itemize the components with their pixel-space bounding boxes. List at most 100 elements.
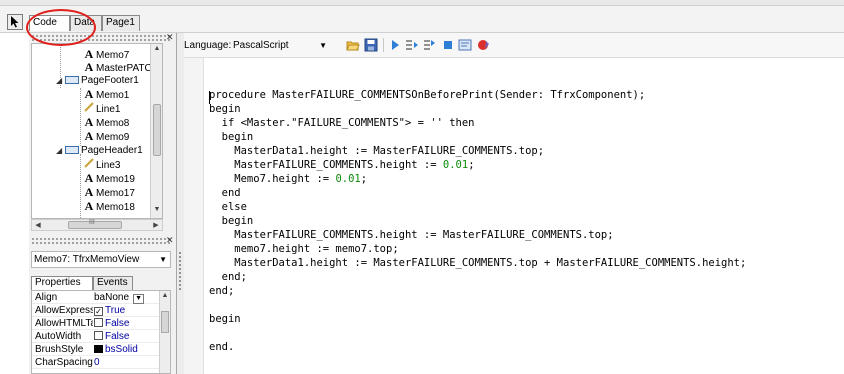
save-icon[interactable]	[364, 38, 378, 52]
code-line[interactable]: begin	[209, 103, 241, 116]
tree-panel-grip[interactable]	[31, 34, 171, 42]
code-text: MasterFAILURE_COMMENTS.height := MasterF…	[209, 229, 614, 241]
property-name: AllowHTMLTa	[35, 318, 93, 329]
tree-item[interactable]: ◢ PageFooter1	[56, 74, 139, 87]
tree-panel-close-icon[interactable]: ✕	[166, 33, 175, 42]
tree-horizontal-scrollbar[interactable]: ◀ III ▶	[31, 219, 163, 231]
evaluate-icon[interactable]	[458, 38, 472, 52]
scroll-down-icon[interactable]: ▼	[152, 206, 162, 213]
tree-item[interactable]: A Memo18	[82, 199, 135, 214]
text-object-icon: A	[84, 199, 94, 213]
tree-item[interactable]: Line3	[82, 158, 120, 171]
code-line[interactable]: end	[209, 187, 241, 200]
tree-item[interactable]: A Memo19	[82, 171, 135, 186]
property-name: AutoWidth	[35, 331, 82, 342]
toolbar-separator	[383, 38, 384, 52]
property-name: CharSpacing	[35, 357, 93, 368]
band-icon	[65, 76, 79, 85]
code-text: MasterData1.height := MasterFAILURE_COMM…	[209, 145, 545, 157]
code-line[interactable]: begin	[209, 313, 241, 326]
checkbox-checked-icon[interactable]: ✓	[94, 307, 103, 316]
code-line[interactable]: begin	[209, 215, 254, 228]
object-selector[interactable]: Memo7: TfrxMemoView ▼	[31, 251, 171, 268]
tree-item[interactable]: A Memo9	[82, 130, 130, 144]
scroll-thumb[interactable]	[153, 104, 161, 156]
code-line[interactable]: end;	[209, 285, 234, 298]
chevron-down-icon[interactable]: ▼	[159, 252, 167, 267]
text-object-icon: A	[84, 115, 94, 129]
editor-gutter	[184, 58, 204, 374]
code-line[interactable]: MasterFAILURE_COMMENTS.height := 0.01;	[209, 159, 474, 172]
tab-properties[interactable]: Properties	[31, 276, 93, 290]
step-into-icon[interactable]	[405, 38, 419, 52]
code-line[interactable]: end.	[209, 341, 234, 354]
code-line[interactable]: end;	[209, 271, 247, 284]
collapse-icon[interactable]: ◢	[56, 144, 65, 157]
breakpoint-icon[interactable]	[476, 38, 490, 52]
tree-item[interactable]: Line1	[82, 102, 120, 115]
code-line[interactable]: MasterFAILURE_COMMENTS.height := MasterF…	[209, 229, 614, 242]
open-folder-icon[interactable]	[346, 38, 360, 52]
property-value[interactable]: False	[94, 318, 129, 330]
run-icon[interactable]	[388, 38, 402, 52]
checkbox-unchecked-icon[interactable]	[94, 318, 103, 327]
property-value[interactable]: ✓ True	[94, 305, 125, 317]
property-row[interactable]: CharSpacing 0	[32, 357, 160, 369]
tab-data[interactable]: Data	[70, 15, 102, 31]
property-value[interactable]: baNone ▼	[94, 292, 145, 304]
scroll-left-icon[interactable]: ◀	[33, 221, 43, 229]
property-name: AllowExpress	[35, 305, 93, 316]
code-line[interactable]: Memo7.height := 0.01;	[209, 173, 367, 186]
chevron-down-icon[interactable]: ▼	[319, 37, 327, 54]
collapse-icon[interactable]: ◢	[56, 74, 65, 87]
code-editor[interactable]: procedure MasterFAILURE_COMMENTSOnBefore…	[184, 58, 844, 374]
code-line[interactable]: MasterData1.height := MasterFAILURE_COMM…	[209, 145, 544, 158]
inspector-panel-grip[interactable]	[31, 237, 171, 245]
tree-vertical-scrollbar[interactable]: ▲ ▼	[150, 44, 162, 218]
code-line[interactable]: procedure MasterFAILURE_COMMENTSOnBefore…	[209, 89, 645, 102]
code-line[interactable]: memo7.height := memo7.top;	[209, 243, 398, 256]
code-text: begin	[209, 215, 254, 227]
property-row[interactable]: AutoWidth False	[32, 331, 160, 343]
tree-item[interactable]: ◢ PageHeader1	[56, 144, 143, 157]
stop-icon[interactable]	[441, 38, 455, 52]
tree-item[interactable]: A MasterPATC	[82, 61, 152, 75]
property-value[interactable]: 0	[94, 357, 100, 369]
language-select[interactable]: PascalScript ▼	[231, 37, 333, 54]
tab-page1[interactable]: Page1	[102, 15, 140, 31]
property-row[interactable]: AllowHTMLTa False	[32, 318, 160, 330]
inspector-panel-close-icon[interactable]: ✕	[166, 236, 175, 245]
property-value[interactable]: bsSolid	[94, 344, 138, 356]
code-text: if <Master."FAILURE_COMMENTS"> = '' then	[209, 117, 475, 129]
tree-item[interactable]: A Memo8	[82, 115, 130, 130]
property-grid: Align baNone ▼ AllowExpress ✓ True AllowHT…	[31, 290, 171, 374]
tree-item[interactable]: A Memo17	[82, 186, 135, 200]
property-row[interactable]: AllowExpress ✓ True	[32, 305, 160, 317]
tab-events[interactable]: Events	[93, 276, 133, 290]
text-object-icon: A	[84, 171, 94, 185]
property-row[interactable]: BrushStyle bsSolid	[32, 344, 160, 356]
property-grid-scrollbar[interactable]: ▲	[159, 291, 170, 373]
dropdown-icon[interactable]: ▼	[133, 294, 145, 304]
tree-item-label: MasterPATC	[96, 63, 152, 74]
tree-item[interactable]: A Memo1	[82, 88, 130, 102]
checkbox-unchecked-icon[interactable]	[94, 331, 103, 340]
step-over-icon[interactable]	[423, 38, 437, 52]
property-row[interactable]: Align baNone ▼	[32, 292, 160, 304]
scroll-up-icon[interactable]: ▲	[160, 292, 170, 299]
code-line[interactable]: MasterData1.height := MasterFAILURE_COMM…	[209, 257, 746, 270]
line-icon	[82, 158, 96, 171]
code-text: end;	[209, 271, 247, 283]
scroll-thumb[interactable]	[161, 311, 169, 333]
scroll-thumb[interactable]: III	[68, 219, 122, 229]
property-value[interactable]: False	[94, 331, 129, 343]
code-line[interactable]: begin	[209, 131, 254, 144]
code-line[interactable]: else	[209, 201, 247, 214]
tab-code[interactable]: Code	[29, 15, 70, 31]
code-line[interactable]: if <Master."FAILURE_COMMENTS"> = '' then	[209, 117, 475, 130]
code-text: Memo7.height :=	[209, 173, 336, 185]
panel-splitter[interactable]	[177, 33, 184, 374]
scroll-right-icon[interactable]: ▶	[151, 221, 161, 229]
select-tool-button[interactable]	[7, 14, 23, 30]
scroll-up-icon[interactable]: ▲	[152, 45, 162, 52]
